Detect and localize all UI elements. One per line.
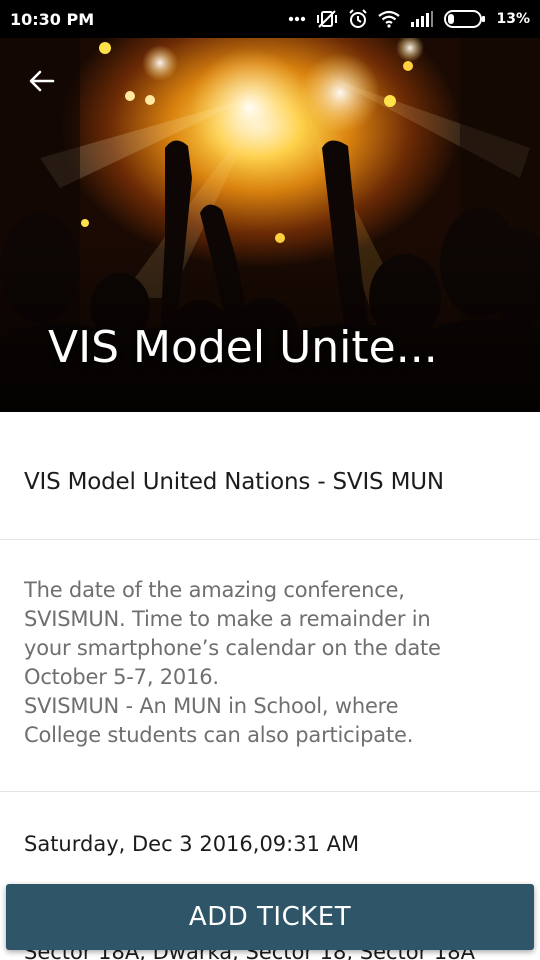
vibrate-off-icon [317, 10, 338, 28]
hero-image: VIS Model Unite... [0, 38, 540, 412]
battery-percent: 13% [496, 11, 530, 27]
event-description-section: The date of the amazing conference, SVIS… [0, 540, 540, 792]
more-dots-icon [289, 16, 306, 22]
event-details: VIS Model United Nations - SVIS MUN The … [0, 412, 540, 856]
description-line: SVISMUN - An MUN in School, where [24, 694, 399, 718]
signal-icon [411, 11, 434, 27]
status-bar: 10:30 PM 13% [0, 0, 540, 38]
event-name: VIS Model United Nations - SVIS MUN [24, 468, 444, 495]
description-line: October 5-7, 2016. [24, 665, 219, 689]
event-name-section: VIS Model United Nations - SVIS MUN [0, 412, 540, 540]
status-icons: 13% [288, 9, 530, 29]
description-line: The date of the amazing conference, [24, 578, 405, 602]
wifi-icon [378, 10, 401, 28]
hero-title: VIS Model Unite... [48, 322, 438, 373]
add-ticket-button[interactable]: ADD TICKET [6, 884, 534, 950]
event-date-section: Saturday, Dec 3 2016,09:31 AM [0, 792, 540, 856]
back-button[interactable] [22, 64, 62, 98]
description-line: your smartphone’s calendar on the date [24, 636, 441, 660]
description-line: SVISMUN. Time to make a remainder in [24, 607, 431, 631]
back-arrow-icon [29, 70, 55, 92]
description-line: College students can also participate. [24, 723, 414, 747]
status-time: 10:30 PM [10, 9, 95, 29]
event-detail-screen: 10:30 PM 13% VIS Model Unite... VIS Mode… [0, 0, 540, 960]
event-date: Saturday, Dec 3 2016,09:31 AM [24, 832, 360, 856]
battery-icon [444, 10, 486, 28]
alarm-icon [349, 9, 368, 28]
